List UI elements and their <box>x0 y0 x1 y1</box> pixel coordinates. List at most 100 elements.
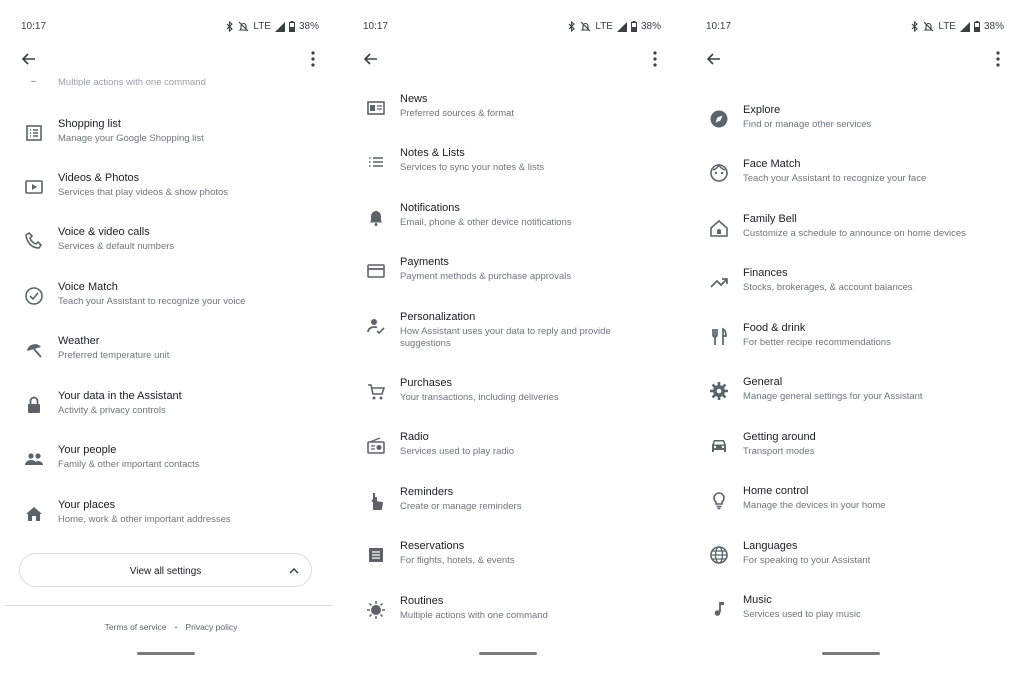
privacy-policy-link[interactable]: Privacy policy <box>185 622 237 632</box>
item-title: Languages <box>743 540 798 552</box>
shopping-list-icon <box>23 122 45 144</box>
item-title: Voice Match <box>58 281 118 293</box>
item-subtitle: Services that play videos & show photos <box>58 187 229 198</box>
lightbulb-icon <box>708 489 730 511</box>
list-item[interactable]: Reminders Create or manage reminders <box>347 484 679 524</box>
network-label: LTE <box>938 21 956 32</box>
item-title: Music <box>743 594 772 606</box>
music-note-icon <box>708 598 730 620</box>
item-title: Weather <box>58 335 100 347</box>
item-subtitle: Multiple actions with one command <box>400 610 548 621</box>
gear-icon <box>708 380 730 402</box>
item-subtitle: For flights, hotels, & events <box>400 555 515 566</box>
bluetooth-icon <box>568 21 576 32</box>
back-arrow-icon[interactable] <box>704 49 724 69</box>
globe-icon <box>708 544 730 566</box>
signal-icon <box>616 21 627 32</box>
list-item[interactable]: Voice Match Teach your Assistant to reco… <box>5 279 337 319</box>
news-icon <box>365 97 387 119</box>
item-title: Home control <box>743 485 809 497</box>
item-title: Explore <box>743 104 781 116</box>
list-item[interactable]: Routines Multiple actions with one comma… <box>347 593 679 633</box>
status-bar: 10:17 LTE 38% <box>347 18 679 36</box>
list-item[interactable]: Voice & video calls Services & default n… <box>5 224 337 264</box>
item-subtitle: Teach your Assistant to recognize your f… <box>743 173 927 184</box>
list-item[interactable]: Purchases Your transactions, including d… <box>347 375 679 415</box>
item-title: Family Bell <box>743 213 797 225</box>
item-subtitle: Activity & privacy controls <box>58 405 166 416</box>
list-item[interactable]: Radio Services used to play radio <box>347 429 679 469</box>
battery-icon <box>973 21 980 32</box>
face-icon <box>708 162 730 184</box>
voice-match-icon <box>23 285 45 307</box>
back-arrow-icon[interactable] <box>361 49 381 69</box>
lock-icon <box>23 394 45 416</box>
list-item[interactable]: Your data in the Assistant Activity & pr… <box>5 388 337 428</box>
home-indicator[interactable] <box>822 652 880 655</box>
list-item[interactable]: Your people Family & other important con… <box>5 442 337 482</box>
more-options-icon[interactable] <box>645 49 665 69</box>
list-item[interactable]: Finances Stocks, brokerages, & account b… <box>690 265 1022 305</box>
list-item[interactable]: Personalization How Assistant uses your … <box>347 309 679 349</box>
list-item[interactable]: News Preferred sources & format <box>347 91 679 131</box>
trending-icon <box>708 271 730 293</box>
item-subtitle: Manage the devices in your home <box>743 500 886 511</box>
list-item[interactable]: Getting around Transport modes <box>690 429 1022 469</box>
list-item[interactable]: Notifications Email, phone & other devic… <box>347 200 679 240</box>
personalization-icon <box>365 315 387 337</box>
item-title: Routines <box>400 595 444 607</box>
item-title: Food & drink <box>743 322 806 334</box>
family-bell-icon <box>708 217 730 239</box>
network-label: LTE <box>253 21 271 32</box>
item-subtitle: Payment methods & purchase approvals <box>400 271 572 282</box>
status-time: 10:17 <box>706 21 732 32</box>
back-arrow-icon[interactable] <box>19 49 39 69</box>
routines-icon-partial: ▾ <box>31 78 37 82</box>
item-subtitle: Services & default numbers <box>58 241 175 252</box>
mute-icon <box>238 21 249 32</box>
item-subtitle: Family & other important contacts <box>58 459 200 470</box>
app-bar <box>5 44 337 74</box>
item-title: Personalization <box>400 311 476 323</box>
status-time: 10:17 <box>21 21 47 32</box>
list-item[interactable]: Languages For speaking to your Assistant <box>690 538 1022 578</box>
bell-icon <box>365 206 387 228</box>
item-subtitle: Your transactions, including deliveries <box>400 392 559 403</box>
list-item[interactable]: Music Services used to play music <box>690 592 1022 632</box>
card-icon <box>365 260 387 282</box>
list-item[interactable]: Payments Payment methods & purchase appr… <box>347 254 679 294</box>
item-subtitle: Find or manage other services <box>743 119 872 130</box>
item-title: Finances <box>743 267 788 279</box>
home-indicator[interactable] <box>479 652 537 655</box>
item-subtitle: Create or manage reminders <box>400 501 522 512</box>
item-subtitle: For speaking to your Assistant <box>743 555 871 566</box>
item-subtitle: Transport modes <box>743 446 815 457</box>
people-icon <box>23 448 45 470</box>
terms-of-service-link[interactable]: Terms of service <box>105 622 167 632</box>
more-options-icon[interactable] <box>988 49 1008 69</box>
mute-icon <box>923 21 934 32</box>
list-item[interactable]: Explore Find or manage other services <box>690 102 1022 142</box>
list-item[interactable]: Your places Home, work & other important… <box>5 497 337 537</box>
list-item[interactable]: Face Match Teach your Assistant to recog… <box>690 156 1022 196</box>
item-title: Your places <box>58 499 116 511</box>
signal-icon <box>274 21 285 32</box>
status-bar: 10:17 LTE 38% <box>5 18 337 36</box>
item-title: Notifications <box>400 202 460 214</box>
mute-icon <box>580 21 591 32</box>
list-item[interactable]: Shopping list Manage your Google Shoppin… <box>5 116 337 156</box>
footer-links: Terms of service • Privacy policy <box>5 622 337 632</box>
list-item[interactable]: General Manage general settings for your… <box>690 374 1022 414</box>
list-item[interactable]: Family Bell Customize a schedule to anno… <box>690 211 1022 251</box>
item-title: General <box>743 376 783 388</box>
home-indicator[interactable] <box>137 652 195 655</box>
bluetooth-icon <box>911 21 919 32</box>
list-item[interactable]: Weather Preferred temperature unit <box>5 333 337 373</box>
list-item[interactable]: Notes & Lists Services to sync your note… <box>347 145 679 185</box>
list-item[interactable]: Home control Manage the devices in your … <box>690 483 1022 523</box>
list-item[interactable]: Reservations For flights, hotels, & even… <box>347 538 679 578</box>
list-item[interactable]: Videos & Photos Services that play video… <box>5 170 337 210</box>
view-all-settings-button[interactable]: View all settings <box>19 553 312 587</box>
list-item[interactable]: Food & drink For better recipe recommend… <box>690 320 1022 360</box>
more-options-icon[interactable] <box>303 49 323 69</box>
